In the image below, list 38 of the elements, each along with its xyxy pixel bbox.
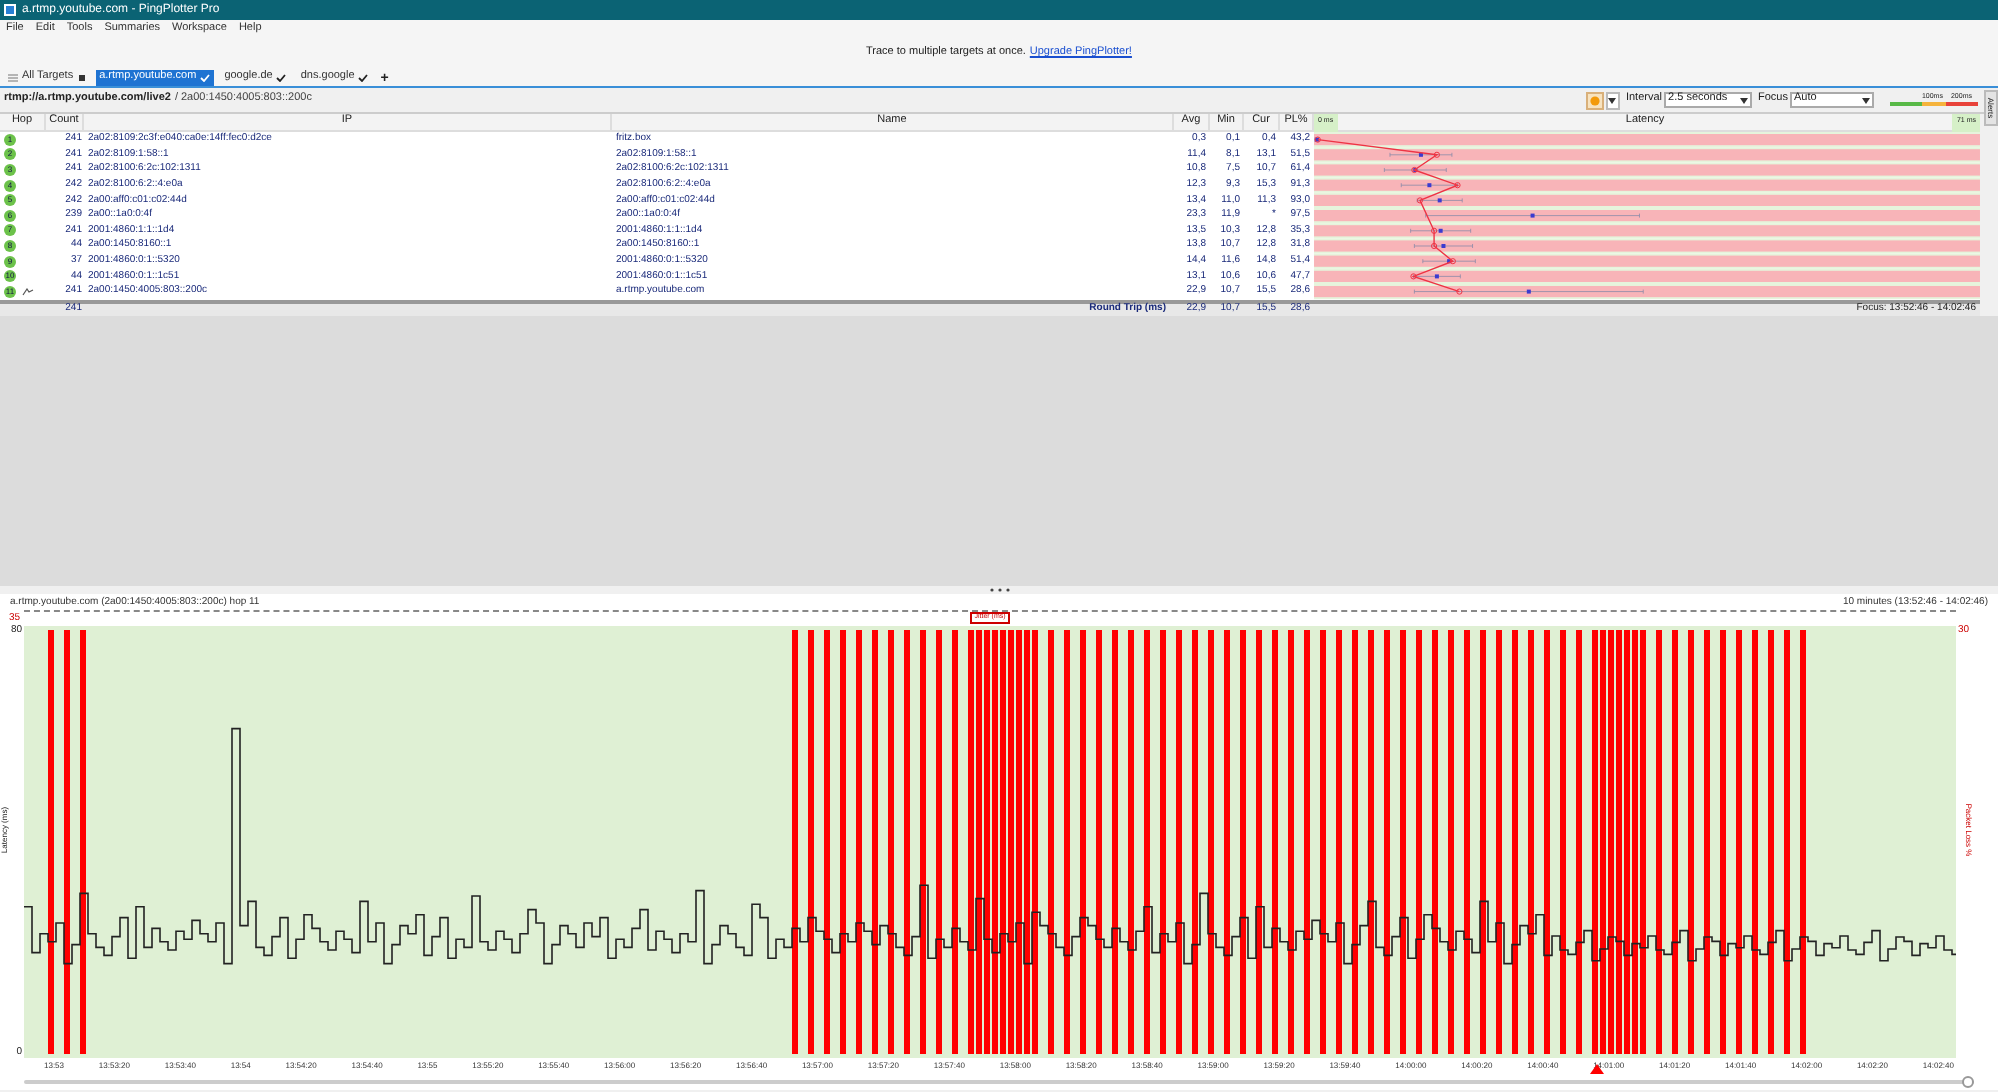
avg-point	[1437, 198, 1442, 203]
error-bar	[1416, 198, 1463, 203]
latency-point	[1410, 273, 1417, 280]
error-bar	[1422, 258, 1476, 264]
check-icon	[358, 74, 369, 82]
latency-scale-bar	[1890, 102, 1978, 107]
caret-icon	[1608, 97, 1617, 103]
avg-point	[1447, 259, 1452, 264]
avg-point	[1530, 213, 1535, 218]
error-bar	[1414, 243, 1473, 249]
latency-point	[1456, 288, 1463, 295]
avg-point	[1418, 152, 1423, 157]
error-bar	[1413, 274, 1461, 279]
error-bar	[1389, 152, 1453, 158]
avg-point	[1438, 228, 1443, 233]
latency-point	[1433, 151, 1440, 158]
caret-icon	[1862, 97, 1870, 103]
latency-point	[1416, 197, 1424, 204]
avg-point	[1526, 289, 1531, 294]
error-bar	[1383, 167, 1447, 173]
app-icon	[4, 4, 16, 16]
latency-point	[1431, 242, 1438, 250]
options-dropdown[interactable]	[1605, 91, 1620, 109]
check-icon	[200, 74, 211, 82]
check-icon	[276, 74, 287, 82]
error-bar	[1400, 182, 1458, 188]
caret-icon	[1740, 97, 1749, 103]
circle-icon	[1589, 95, 1600, 105]
error-bar	[1410, 228, 1472, 234]
latency-point	[1454, 182, 1461, 189]
close-icon	[77, 74, 86, 82]
latency-point	[1431, 227, 1438, 234]
time-slider[interactable]	[24, 1076, 1974, 1088]
slider-thumb[interactable]	[1962, 1076, 1974, 1088]
avg-point	[1434, 274, 1439, 279]
list-icon	[8, 74, 18, 82]
latency-point	[1449, 258, 1456, 265]
avg-point	[1427, 183, 1432, 188]
